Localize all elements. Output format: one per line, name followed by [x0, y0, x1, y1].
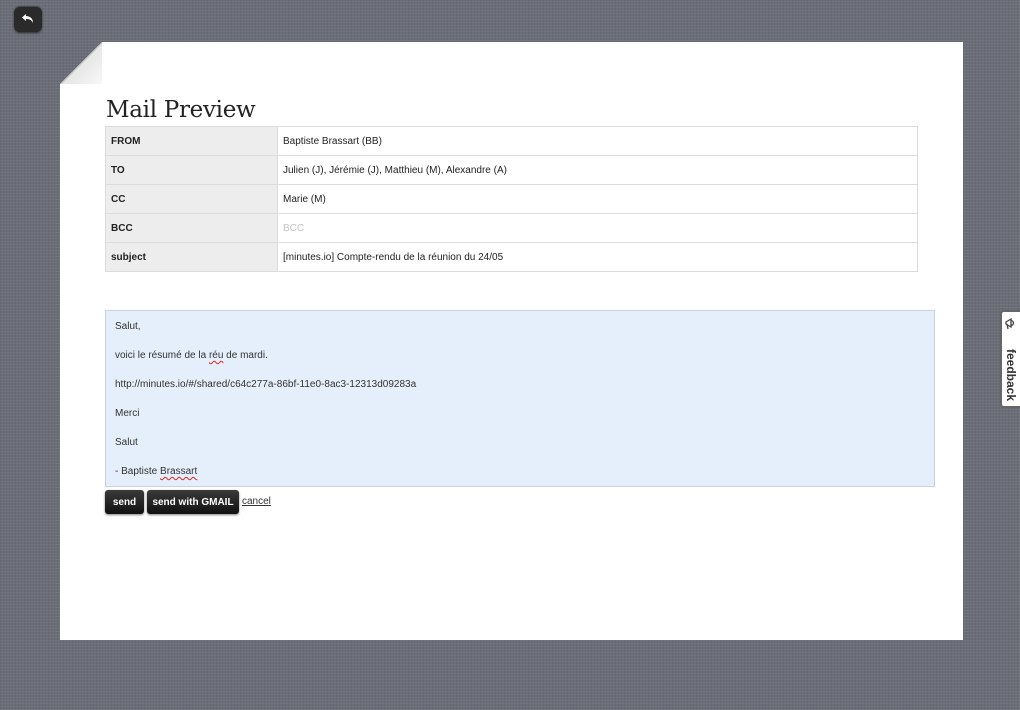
bcc-row: BCC BCC [105, 213, 918, 243]
back-button[interactable] [14, 6, 42, 32]
feedback-tab[interactable]: feedback [1000, 310, 1020, 408]
feedback-label: feedback [1004, 348, 1018, 402]
bcc-field[interactable]: BCC [277, 213, 918, 243]
from-row: FROM Baptiste Brassart (BB) [105, 126, 918, 156]
page-title: Mail Preview [106, 97, 256, 123]
body-closing: Salut [115, 437, 138, 448]
bcc-label: BCC [105, 213, 278, 243]
misspelled-word: Brassart [160, 466, 198, 477]
cc-value[interactable]: Marie (M) [277, 184, 918, 214]
to-value[interactable]: Julien (J), Jérémie (J), Matthieu (M), A… [277, 155, 918, 185]
undo-arrow-icon [22, 14, 33, 23]
cancel-link[interactable]: cancel [242, 496, 271, 507]
misspelled-word: réu [208, 350, 224, 361]
mail-header-table: FROM Baptiste Brassart (BB) TO Julien (J… [105, 126, 918, 272]
subject-row: subject [minutes.io] Compte-rendu de la … [105, 242, 918, 272]
from-value[interactable]: Baptiste Brassart (BB) [277, 126, 918, 156]
body-summary-line: voici le résumé de la réu de mardi. [115, 350, 268, 361]
send-with-gmail-button[interactable]: send with GMAIL [147, 490, 239, 514]
body-link: http://minutes.io/#/shared/c64c277a-86bf… [115, 379, 417, 390]
from-label: FROM [105, 126, 278, 156]
subject-label: subject [105, 242, 278, 272]
send-button[interactable]: send [105, 490, 144, 514]
cc-row: CC Marie (M) [105, 184, 918, 214]
to-row: TO Julien (J), Jérémie (J), Matthieu (M)… [105, 155, 918, 185]
mail-body-editor[interactable]: Salut, voici le résumé de la réu de mard… [105, 310, 935, 487]
subject-value[interactable]: [minutes.io] Compte-rendu de la réunion … [277, 242, 918, 272]
body-thanks: Merci [115, 408, 140, 419]
to-label: TO [105, 155, 278, 185]
megaphone-icon [1005, 317, 1015, 330]
cc-label: CC [105, 184, 278, 214]
body-signature: - Baptiste Brassart [115, 466, 198, 477]
body-greeting: Salut, [115, 321, 141, 332]
